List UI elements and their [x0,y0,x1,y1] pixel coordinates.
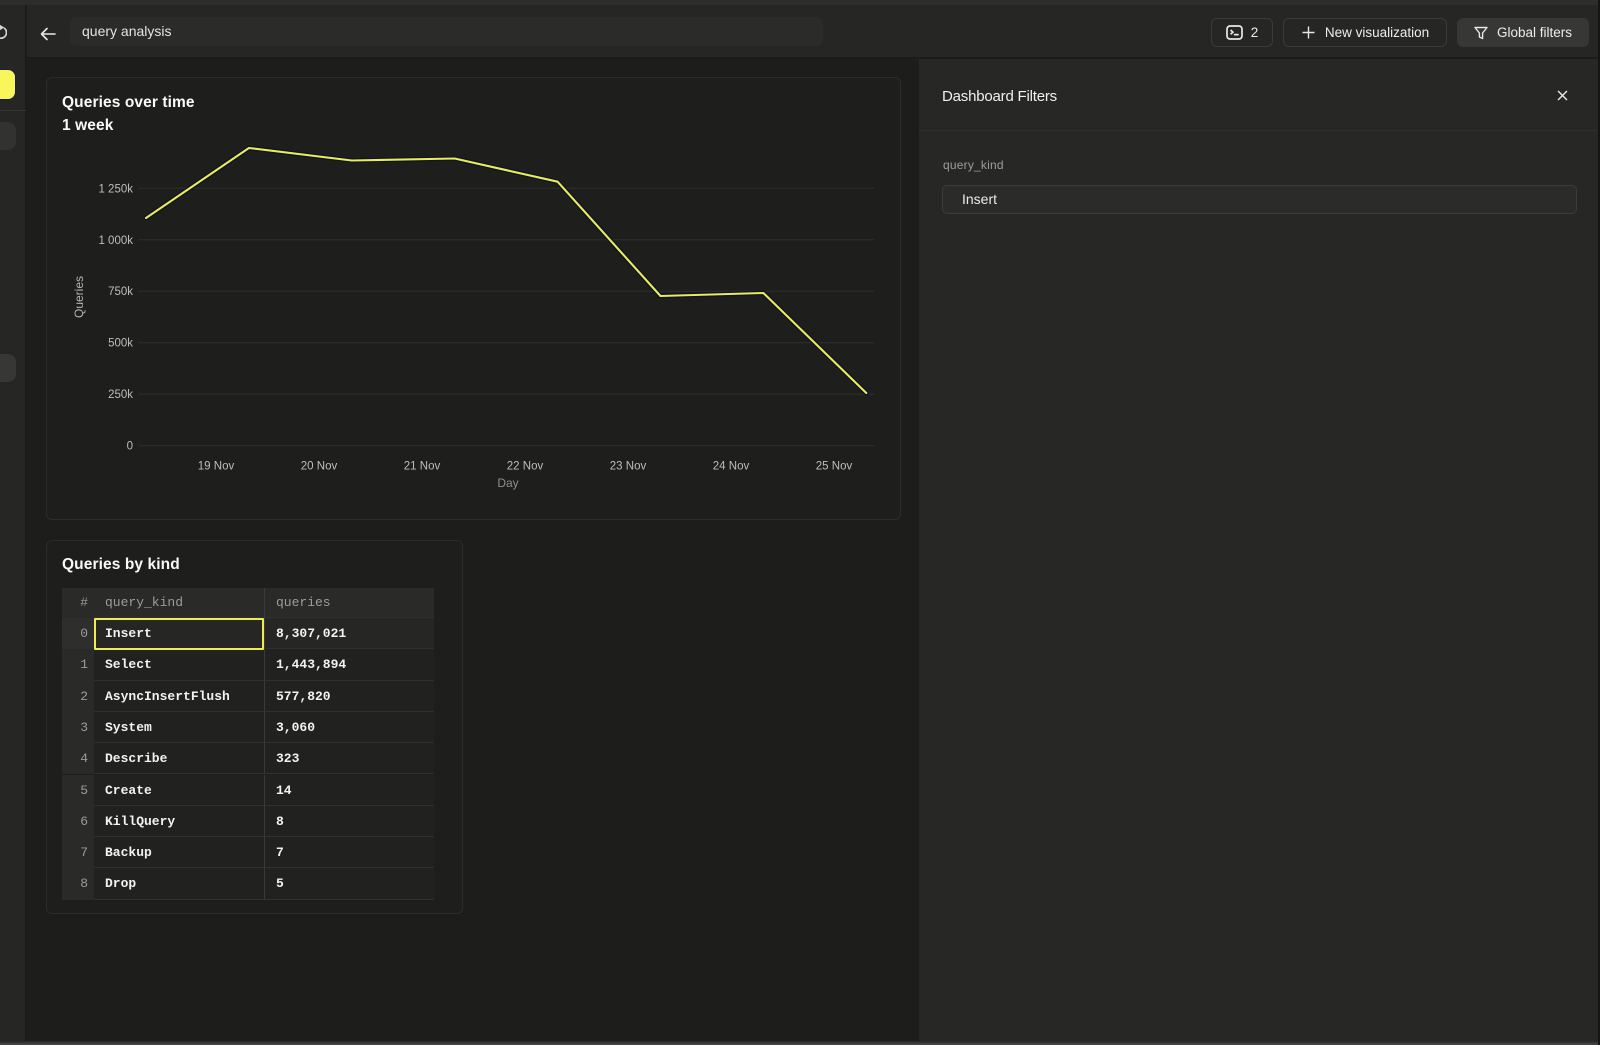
svg-text:25 Nov: 25 Nov [816,461,853,473]
svg-text:Day: Day [497,476,518,490]
svg-text:0: 0 [127,441,133,453]
svg-text:24 Nov: 24 Nov [713,461,750,473]
svg-text:20 Nov: 20 Nov [301,461,338,473]
svg-text:1 250k: 1 250k [98,183,133,195]
svg-text:23 Nov: 23 Nov [610,461,647,473]
svg-text:1 000k: 1 000k [98,235,133,247]
svg-text:250k: 250k [108,389,133,401]
svg-text:21 Nov: 21 Nov [404,461,441,473]
svg-text:750k: 750k [108,286,133,298]
svg-text:19 Nov: 19 Nov [198,461,235,473]
svg-text:Queries: Queries [72,276,86,318]
svg-text:22 Nov: 22 Nov [507,461,544,473]
svg-text:500k: 500k [108,338,133,350]
